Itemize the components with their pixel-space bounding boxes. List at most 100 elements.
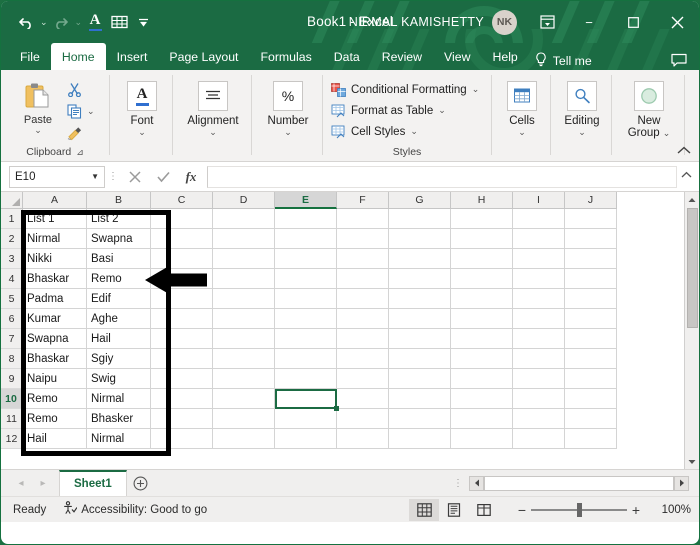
vertical-scrollbar[interactable] xyxy=(684,192,699,469)
cell-G4[interactable] xyxy=(389,269,451,289)
copy-dropdown-icon[interactable]: ⌄ xyxy=(87,106,95,117)
cell-E11[interactable] xyxy=(275,409,337,429)
cell-H12[interactable] xyxy=(451,429,513,449)
cell-J3[interactable] xyxy=(565,249,617,269)
horizontal-scrollbar-thumb[interactable] xyxy=(484,475,674,491)
zoom-out-button[interactable]: − xyxy=(513,502,531,518)
tell-me-box[interactable]: Tell me xyxy=(535,52,592,70)
cell-E2[interactable] xyxy=(275,229,337,249)
cell-D12[interactable] xyxy=(213,429,275,449)
cell-B10[interactable]: Nirmal xyxy=(87,389,151,409)
cell-B2[interactable]: Swapna xyxy=(87,229,151,249)
cell-F1[interactable] xyxy=(337,209,389,229)
zoom-level-label[interactable]: 100% xyxy=(645,504,691,516)
cell-G5[interactable] xyxy=(389,289,451,309)
horizontal-scroll-handle[interactable]: ⋮ xyxy=(453,478,463,489)
cell-G11[interactable] xyxy=(389,409,451,429)
cell-G2[interactable] xyxy=(389,229,451,249)
cells-button[interactable]: Cells ⌄ xyxy=(500,77,544,137)
avatar[interactable]: NK xyxy=(492,9,517,35)
ribbon-display-options-icon[interactable] xyxy=(527,1,567,43)
cell-F11[interactable] xyxy=(337,409,389,429)
cell-E5[interactable] xyxy=(275,289,337,309)
cell-J5[interactable] xyxy=(565,289,617,309)
row-header-1[interactable]: 1 xyxy=(1,209,23,229)
cell-D3[interactable] xyxy=(213,249,275,269)
cell-J4[interactable] xyxy=(565,269,617,289)
cell-B3[interactable]: Basi xyxy=(87,249,151,269)
cell-I12[interactable] xyxy=(513,429,565,449)
cell-D6[interactable] xyxy=(213,309,275,329)
column-header-C[interactable]: C xyxy=(151,192,213,209)
cell-F10[interactable] xyxy=(337,389,389,409)
row-header-5[interactable]: 5 xyxy=(1,289,23,309)
column-header-A[interactable]: A xyxy=(23,192,87,209)
alignment-dropdown-icon[interactable]: ⌄ xyxy=(209,128,217,137)
formula-input[interactable] xyxy=(207,165,677,188)
cell-F4[interactable] xyxy=(337,269,389,289)
scroll-right-button[interactable] xyxy=(674,475,689,491)
cell-I2[interactable] xyxy=(513,229,565,249)
cell-I11[interactable] xyxy=(513,409,565,429)
column-header-G[interactable]: G xyxy=(389,192,451,209)
cell-D4[interactable] xyxy=(213,269,275,289)
column-header-I[interactable]: I xyxy=(513,192,565,209)
new-group-button[interactable]: New Group ⌄ xyxy=(620,77,678,139)
cell-styles-button[interactable]: Cell Styles ⌄ xyxy=(331,121,418,142)
accessibility-status[interactable]: Accessibility: Good to go xyxy=(62,501,207,518)
cell-F5[interactable] xyxy=(337,289,389,309)
cell-G12[interactable] xyxy=(389,429,451,449)
cell-H3[interactable] xyxy=(451,249,513,269)
font-dropdown-icon[interactable]: ⌄ xyxy=(138,128,146,137)
paste-button[interactable]: Paste ⌄ xyxy=(9,77,67,135)
scroll-down-button[interactable] xyxy=(684,454,699,469)
worksheet-grid[interactable]: 1 2 3 4 5 6 7 8 9 10 11 12 ABCDEFGHIJ List 1 List 2N… xyxy=(1,192,699,469)
font-button[interactable]: A Font ⌄ xyxy=(118,77,166,137)
cell-G1[interactable] xyxy=(389,209,451,229)
cell-J1[interactable] xyxy=(565,209,617,229)
cell-H5[interactable] xyxy=(451,289,513,309)
row-header-12[interactable]: 12 xyxy=(1,429,23,449)
column-header-E[interactable]: E xyxy=(275,192,337,209)
confirm-entry-icon[interactable] xyxy=(149,166,177,188)
cell-F12[interactable] xyxy=(337,429,389,449)
cell-B8[interactable]: Sgiy xyxy=(87,349,151,369)
cell-J8[interactable] xyxy=(565,349,617,369)
cell-H11[interactable] xyxy=(451,409,513,429)
cell-H8[interactable] xyxy=(451,349,513,369)
copy-button[interactable]: ⌄ xyxy=(67,101,95,122)
expand-formula-bar-icon[interactable] xyxy=(677,171,695,182)
tab-home[interactable]: Home xyxy=(50,43,106,70)
cell-H4[interactable] xyxy=(451,269,513,289)
zoom-control[interactable]: − + 100% xyxy=(513,502,691,518)
undo-dropdown-icon[interactable]: ⌄ xyxy=(40,17,48,28)
cell-B6[interactable]: Aghe xyxy=(87,309,151,329)
row-header-4[interactable]: 4 xyxy=(1,269,23,289)
row-header-6[interactable]: 6 xyxy=(1,309,23,329)
add-sheet-button[interactable] xyxy=(127,476,155,491)
cut-button[interactable] xyxy=(67,79,95,100)
new-group-dropdown-icon[interactable]: ⌄ xyxy=(663,129,671,138)
row-header-2[interactable]: 2 xyxy=(1,229,23,249)
horizontal-scrollbar[interactable] xyxy=(469,475,689,491)
cell-H9[interactable] xyxy=(451,369,513,389)
cell-C10[interactable] xyxy=(151,389,213,409)
cell-E4[interactable] xyxy=(275,269,337,289)
cell-F2[interactable] xyxy=(337,229,389,249)
cell-H1[interactable] xyxy=(451,209,513,229)
cell-F7[interactable] xyxy=(337,329,389,349)
cell-C12[interactable] xyxy=(151,429,213,449)
cell-A12[interactable]: Hail xyxy=(23,429,87,449)
zoom-slider-thumb[interactable] xyxy=(577,502,582,517)
cell-H7[interactable] xyxy=(451,329,513,349)
page-break-preview-button[interactable] xyxy=(469,499,499,521)
alignment-button[interactable]: Alignment ⌄ xyxy=(181,77,245,137)
cell-C9[interactable] xyxy=(151,369,213,389)
cell-I8[interactable] xyxy=(513,349,565,369)
font-color-icon[interactable]: A xyxy=(84,9,106,35)
cell-C1[interactable] xyxy=(151,209,213,229)
scroll-left-button[interactable] xyxy=(469,475,484,491)
cell-I1[interactable] xyxy=(513,209,565,229)
cell-B7[interactable]: Hail xyxy=(87,329,151,349)
row-header-11[interactable]: 11 xyxy=(1,409,23,429)
